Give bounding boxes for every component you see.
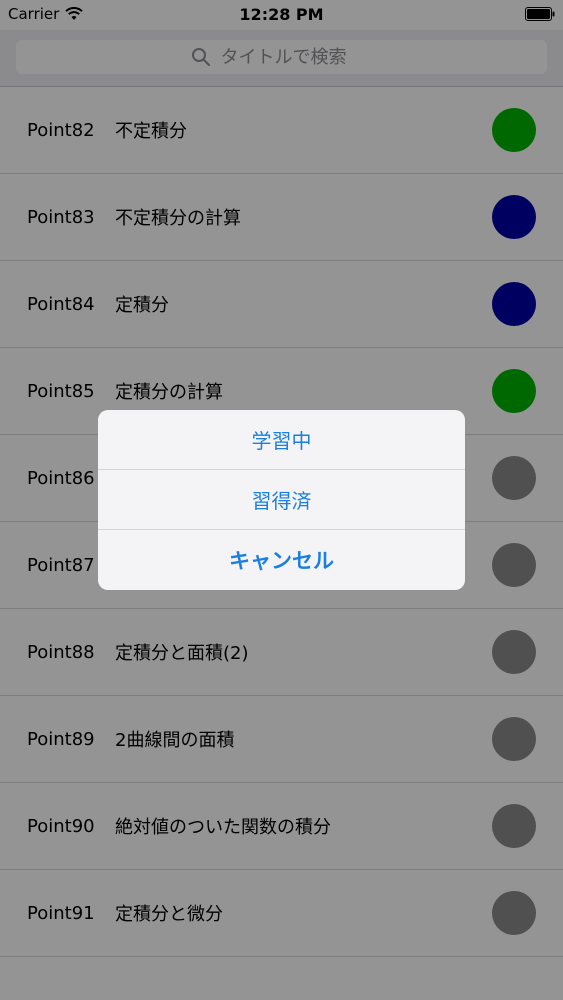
cancel-button[interactable]: キャンセル bbox=[98, 530, 465, 590]
learning-option-button[interactable]: 学習中 bbox=[98, 410, 465, 470]
mastered-option-button[interactable]: 習得済 bbox=[98, 470, 465, 530]
status-alert: 学習中 習得済 キャンセル bbox=[98, 410, 465, 590]
app-screen: Carrier 12:28 PM Point82不定積分Point83不定積分の… bbox=[0, 0, 563, 1000]
